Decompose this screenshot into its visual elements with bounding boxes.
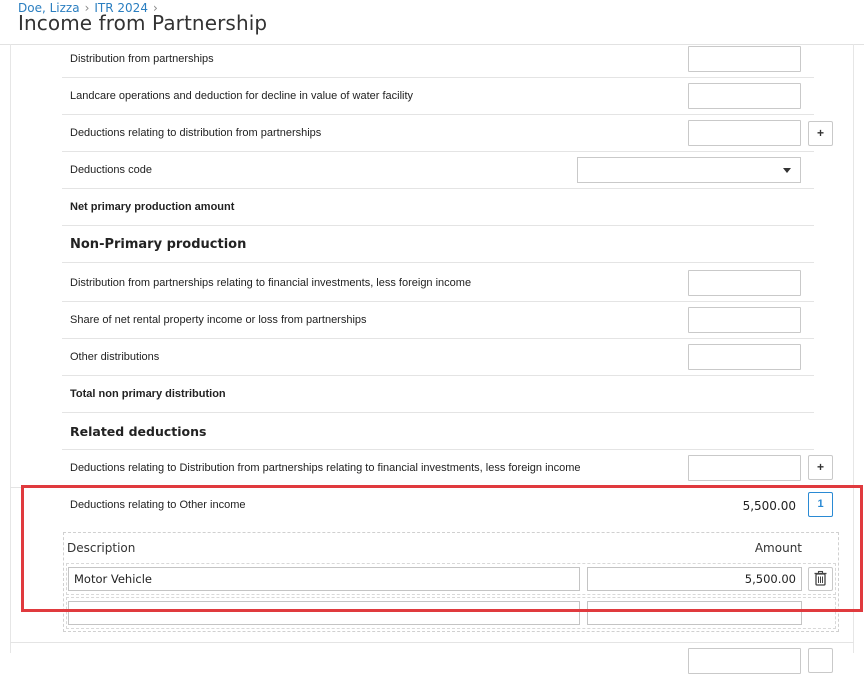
deductions-other-total: 5,500.00 xyxy=(742,499,796,513)
other-income-items-table: Description Amount Motor Vehicle 5,500.0… xyxy=(63,532,839,632)
row-section-related-deductions: Related deductions xyxy=(62,413,814,450)
field-label: Net primary production amount xyxy=(70,201,235,213)
item-amount-input[interactable]: 5,500.00 xyxy=(587,567,802,591)
next-row-plus-button[interactable] xyxy=(808,648,833,673)
add-deduction-financial-button[interactable]: + xyxy=(808,455,833,480)
deductions-financial-input[interactable] xyxy=(688,455,801,481)
table-row: Motor Vehicle 5,500.00 xyxy=(66,563,836,595)
section-heading: Related deductions xyxy=(70,424,207,439)
delete-item-button[interactable] xyxy=(808,567,833,591)
deductions-distribution-input[interactable] xyxy=(688,120,801,146)
deductions-code-select[interactable] xyxy=(577,157,801,183)
field-label: Deductions relating to Other income xyxy=(70,499,246,511)
other-distributions-input[interactable] xyxy=(688,344,801,370)
deductions-other-count-button[interactable]: 1 xyxy=(808,492,833,517)
row-deductions-other-income: Deductions relating to Other income xyxy=(62,487,814,524)
page-title: Income from Partnership xyxy=(18,11,268,35)
new-item-description-input[interactable] xyxy=(68,601,580,625)
column-header-amount: Amount xyxy=(754,541,802,555)
trash-icon xyxy=(814,570,827,586)
row-section-non-primary: Non-Primary production xyxy=(62,226,814,263)
field-label: Distribution from partnerships relating … xyxy=(70,277,472,289)
add-deduction-button[interactable]: + xyxy=(808,121,833,146)
field-label: Deductions code xyxy=(70,164,152,176)
new-item-amount-input[interactable] xyxy=(587,601,802,625)
field-label: Distribution from partnerships xyxy=(70,53,214,65)
section-heading: Non-Primary production xyxy=(70,237,247,252)
distribution-financial-input[interactable] xyxy=(688,270,801,296)
row-total-non-primary: Total non primary distribution xyxy=(62,376,814,413)
landcare-input[interactable] xyxy=(688,83,801,109)
next-row-input[interactable] xyxy=(688,648,801,674)
field-label: Deductions relating to distribution from… xyxy=(70,127,322,139)
row-net-primary: Net primary production amount xyxy=(62,189,814,226)
item-description-input[interactable]: Motor Vehicle xyxy=(68,567,580,591)
field-label: Other distributions xyxy=(70,351,160,363)
table-row-new xyxy=(66,597,836,629)
page-header: Doe, Lizza › ITR 2024 › Income from Partner… xyxy=(0,0,864,44)
rental-share-input[interactable] xyxy=(688,307,801,333)
chevron-down-icon xyxy=(783,168,791,173)
field-label: Share of net rental property income or l… xyxy=(70,314,367,326)
distribution-from-partnerships-input[interactable] xyxy=(688,46,801,72)
field-label: Deductions relating to Distribution from… xyxy=(70,462,581,474)
field-label: Total non primary distribution xyxy=(70,388,226,400)
field-label: Landcare operations and deduction for de… xyxy=(70,90,414,102)
row-divider xyxy=(10,642,854,643)
column-header-description: Description xyxy=(67,541,136,555)
